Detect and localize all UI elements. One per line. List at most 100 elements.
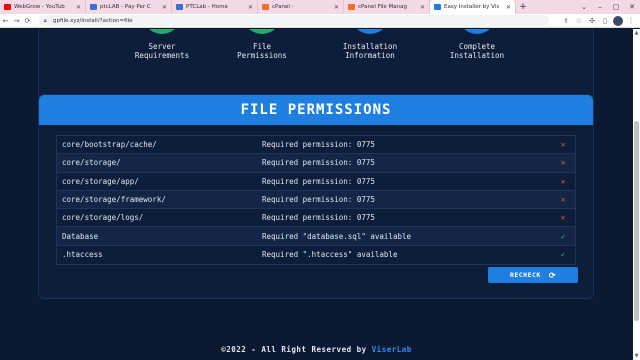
panel-header: FILE PERMISSIONS <box>39 95 593 125</box>
address-bar[interactable]: 🔒︎ gpfile.xyz/install/?action=file <box>39 15 549 26</box>
ok-check-icon: ✓ <box>560 231 566 241</box>
permission-requirement: Required permission: 0775 <box>262 140 375 150</box>
footer-text: ©2022 - All Right Reserved by <box>221 345 367 354</box>
step-label: File Permissions <box>237 42 287 60</box>
site-favicon-icon <box>176 4 183 10</box>
permission-path: Database <box>62 231 99 241</box>
refresh-icon: ⟳ <box>548 270 557 280</box>
tab-title: cPanel File Manag <box>358 4 408 10</box>
step-file-permissions: File Permissions <box>212 29 312 74</box>
fail-x-icon: ✕ <box>560 176 566 186</box>
step-label: Complete Installation <box>449 42 505 60</box>
close-window-button[interactable]: ✕ <box>624 0 640 14</box>
permission-requirement: Required "database.sql" available <box>262 231 412 241</box>
extensions-puzzle-icon[interactable]: ✣ <box>587 16 597 26</box>
tab-title: PTCLab - Home <box>186 4 228 10</box>
site-favicon-icon <box>90 4 97 10</box>
youtube-favicon-icon <box>4 4 11 10</box>
fail-x-icon: ✕ <box>560 158 566 168</box>
close-tab-icon[interactable]: ✕ <box>162 4 167 11</box>
site-favicon-icon <box>434 4 441 10</box>
browser-tab[interactable]: WebGrow - YouTub ✕ <box>0 0 86 14</box>
window-controls: ⌄ – ▢ ✕ <box>576 0 640 14</box>
cpanel-favicon-icon <box>262 4 269 10</box>
bookmark-star-icon[interactable]: ☆ <box>574 16 584 26</box>
menu-dots-icon[interactable]: ⋮ <box>626 16 636 26</box>
panel-title: FILE PERMISSIONS <box>240 102 392 118</box>
permission-path: core/storage/ <box>62 158 121 168</box>
browser-tab-active[interactable]: Easy Installer by Vis ✕ <box>430 0 516 14</box>
step-installation-information: Installation Information <box>320 29 420 74</box>
tab-title: Easy Installer by Vis <box>444 4 500 10</box>
permission-path: core/storage/logs/ <box>62 213 144 223</box>
table-row: .htaccess Required ".htaccess" available… <box>57 246 575 264</box>
permission-requirement: Required permission: 0775 <box>262 158 375 168</box>
tab-title: cPanel - <box>272 4 294 10</box>
tab-title: WebGrow - YouTub <box>14 4 65 10</box>
close-tab-icon[interactable]: ✕ <box>76 4 81 11</box>
step-complete-installation: Complete Installation <box>427 29 527 74</box>
close-tab-icon[interactable]: ✕ <box>420 4 425 11</box>
restore-button[interactable]: ▢ <box>608 0 624 14</box>
toolbar-actions: ⇪ ☆ ✣ ▯ ⋮ <box>561 14 636 28</box>
fail-x-icon: ✕ <box>560 195 566 205</box>
permission-requirement: Required permission: 0775 <box>262 213 375 223</box>
step-label: Installation Information <box>342 42 398 60</box>
browser-tab-strip: WebGrow - YouTub ✕ ptcLAB - Pay Per C ✕ … <box>0 0 640 14</box>
fail-x-icon: ✕ <box>560 140 566 150</box>
tab-search-icon[interactable]: ⌄ <box>576 0 592 14</box>
scroll-up-icon[interactable]: ▲ <box>633 29 640 37</box>
browser-tab[interactable]: PTCLab - Home ✕ <box>172 0 258 14</box>
file-permissions-panel: FILE PERMISSIONS core/bootstrap/cache/ R… <box>38 94 594 299</box>
sidebar-icon[interactable]: ▯ <box>600 16 610 26</box>
page-footer: ©2022 - All Right Reserved by ViserLab <box>0 345 633 354</box>
scrollbar-thumb[interactable] <box>634 121 639 321</box>
permission-requirement: Required permission: 0775 <box>262 195 375 205</box>
browser-tab[interactable]: cPanel File Manag ✕ <box>344 0 430 14</box>
table-row: core/storage/logs/ Required permission: … <box>57 209 575 228</box>
forward-arrow-icon[interactable]: → <box>11 14 22 28</box>
permission-path: core/storage/framework/ <box>62 195 166 205</box>
permission-path: .htaccess <box>62 250 103 260</box>
recheck-button[interactable]: RECHECK ⟳ <box>488 267 578 283</box>
step-check-icon <box>243 29 281 34</box>
page-scrollbar[interactable]: ▲ ▼ <box>633 29 640 360</box>
permission-requirement: Required permission: 0775 <box>262 176 375 186</box>
tab-title: ptcLAB - Pay Per C <box>100 4 151 10</box>
step-label: Server Requirements <box>134 42 190 60</box>
browser-toolbar: ← → ⟳ 🔒︎ gpfile.xyz/install/?action=file… <box>0 14 640 28</box>
minimize-button[interactable]: – <box>592 0 608 14</box>
step-check-icon <box>143 29 181 34</box>
ok-check-icon: ✓ <box>560 250 566 260</box>
table-row: core/storage/app/ Required permission: 0… <box>57 173 575 191</box>
share-icon[interactable]: ⇪ <box>561 16 571 26</box>
table-row: core/storage/framework/ Required permiss… <box>57 190 575 210</box>
table-row: Database Required "database.sql" availab… <box>57 227 575 246</box>
back-arrow-icon[interactable]: ← <box>0 14 11 28</box>
lock-icon[interactable]: 🔒︎ <box>44 18 50 24</box>
browser-tab[interactable]: cPanel - ✕ <box>258 0 344 14</box>
profile-avatar[interactable] <box>613 16 623 26</box>
table-row: core/bootstrap/cache/ Required permissio… <box>57 136 575 155</box>
permissions-table: core/bootstrap/cache/ Required permissio… <box>56 135 576 266</box>
footer-brand-link[interactable]: ViserLab <box>372 345 412 354</box>
close-tab-icon[interactable]: ✕ <box>506 4 511 11</box>
browser-tab[interactable]: ptcLAB - Pay Per C ✕ <box>86 0 172 14</box>
step-pending-icon <box>351 29 389 34</box>
step-server-requirements: Server Requirements <box>112 29 212 74</box>
installer-page: Server Requirements File Permissions Insta… <box>0 29 640 360</box>
table-row: core/storage/ Required permission: 0775 … <box>57 154 575 173</box>
recheck-label: RECHECK <box>509 271 541 279</box>
address-url: gpfile.xyz/install/?action=file <box>53 17 133 24</box>
close-tab-icon[interactable]: ✕ <box>334 4 339 11</box>
reload-icon[interactable]: ⟳ <box>22 14 33 28</box>
permission-path: core/bootstrap/cache/ <box>62 140 157 150</box>
cpanel-favicon-icon <box>348 4 355 10</box>
close-tab-icon[interactable]: ✕ <box>248 4 253 11</box>
permission-path: core/storage/app/ <box>62 176 139 186</box>
permission-requirement: Required ".htaccess" available <box>262 250 398 260</box>
step-pending-icon <box>458 29 496 34</box>
new-tab-button[interactable]: + <box>516 0 530 14</box>
scroll-down-icon[interactable]: ▼ <box>633 352 640 360</box>
fail-x-icon: ✕ <box>560 213 566 223</box>
